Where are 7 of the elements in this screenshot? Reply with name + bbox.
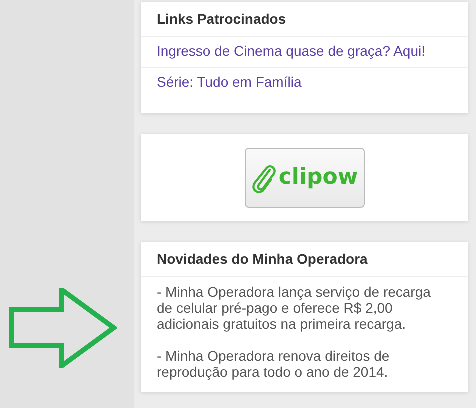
news-text: - Minha Operadora lança serviço de recarga de celular pré-pago e oferece R$ 2,00 adicionais gratuitos na primeira recarga. xyxy=(157,284,432,332)
card-title: Links Patrocinados xyxy=(141,2,468,37)
arrow-icon xyxy=(9,288,117,368)
sponsored-link[interactable]: Série: Tudo em Família xyxy=(157,74,302,90)
news-text: - Minha Operadora renova direitos de reprodução para todo o ano de 2014. xyxy=(157,348,391,380)
card-title: Novidades do Minha Operadora xyxy=(141,242,468,277)
sponsored-link[interactable]: Ingresso de Cinema quase de graça? Aqui! xyxy=(157,43,426,59)
